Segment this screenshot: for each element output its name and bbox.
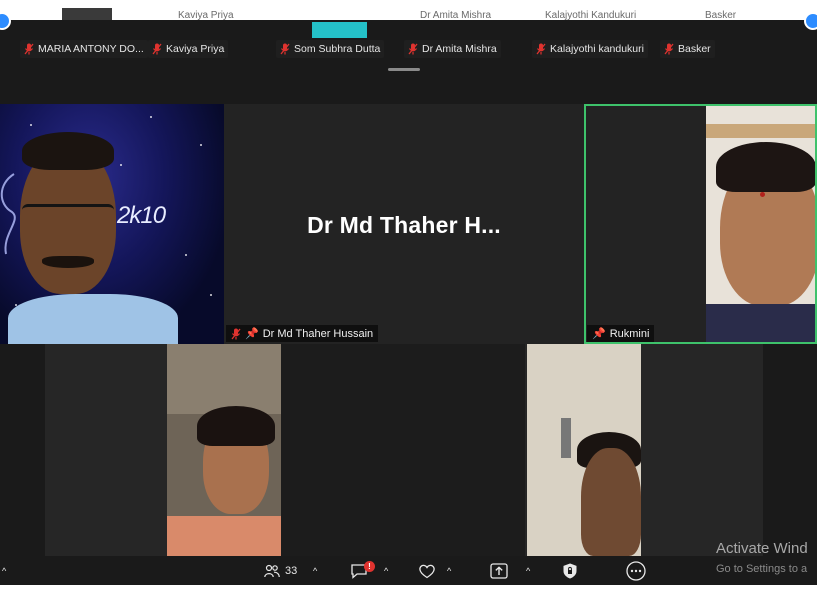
video-tile-speaker-left[interactable]: 2k10 — [0, 104, 224, 344]
pin-icon: 📌 — [592, 328, 606, 340]
video-tile-name-only[interactable]: Dr Md Thaher H... 📌 Dr Md Thaher Hussain — [224, 104, 584, 344]
meeting-window: Kaviya Priya Dr Amita Mishra Kalajyothi … — [0, 0, 817, 585]
person-shirt — [8, 294, 178, 344]
car-interior — [167, 344, 281, 414]
star — [185, 254, 187, 256]
video-tile-empty[interactable] — [281, 344, 525, 556]
participant-name-label: 📌 Dr Md Thaher Hussain — [226, 325, 379, 342]
participant-label[interactable]: Dr Amita Mishra — [404, 40, 501, 58]
participant-name: Basker — [678, 43, 711, 55]
participant-label[interactable]: Kalajyothi kandukuri — [532, 40, 648, 58]
participant-strip: Kaviya Priya Dr Amita Mishra Kalajyothi … — [0, 0, 817, 78]
star — [200, 144, 202, 146]
meeting-toolbar: ^ 33 ^ ! ^ ^ ^ — [0, 556, 817, 585]
mic-off-icon — [280, 43, 290, 55]
star — [150, 116, 152, 118]
participants-count: 33 — [285, 565, 298, 577]
mic-off-icon — [24, 43, 34, 55]
person-face — [581, 448, 641, 556]
reactions-button[interactable] — [418, 562, 436, 580]
participant-label[interactable]: Som Subhra Dutta — [276, 40, 385, 58]
more-icon — [626, 561, 646, 581]
saree — [167, 516, 281, 556]
mic-off-icon — [408, 43, 418, 55]
shield-icon — [563, 563, 577, 579]
participant-name-label: 📌 Rukmini — [587, 325, 655, 342]
chevron-up-icon[interactable]: ^ — [2, 566, 6, 576]
star — [30, 124, 32, 126]
participant-label[interactable]: Basker — [660, 40, 715, 58]
chevron-up-icon[interactable]: ^ — [447, 566, 451, 576]
person-hair — [22, 132, 114, 170]
participants-button[interactable]: 33 — [264, 562, 297, 580]
pin-icon: 📌 — [245, 328, 259, 340]
page-margin-bottom — [0, 585, 833, 591]
activate-windows-title: Activate Wind — [716, 540, 808, 557]
participant-label-row: MARIA ANTONY DO... Kaviya Priya Som Subh… — [0, 40, 817, 60]
participant-name: Dr Md Thaher Hussain — [262, 327, 374, 340]
page-margin-right — [817, 0, 833, 591]
chat-notification-badge: ! — [364, 561, 375, 572]
video-tile-active-speaker[interactable]: 📌 Rukmini — [584, 104, 817, 344]
mic-off-icon — [231, 328, 241, 340]
scroll-right-button[interactable] — [804, 12, 817, 30]
cut-name: Kaviya Priya — [178, 10, 234, 21]
glasses — [22, 204, 114, 227]
video-tile-bottom-left[interactable] — [45, 344, 281, 556]
chevron-up-icon[interactable]: ^ — [313, 566, 317, 576]
cut-off-name-row: Kaviya Priya Dr Amita Mishra Kalajyothi … — [0, 0, 817, 21]
participants-icon — [264, 564, 280, 578]
heart-icon — [419, 564, 435, 579]
chevron-up-icon[interactable]: ^ — [526, 566, 530, 576]
cut-name: Kalajyothi Kandukuri — [545, 10, 637, 21]
participant-name: Dr Amita Mishra — [422, 43, 497, 55]
mic-off-icon — [152, 43, 162, 55]
participant-video — [527, 344, 641, 556]
participant-name: Rukmini — [609, 327, 650, 340]
participant-label[interactable]: Kaviya Priya — [148, 40, 229, 58]
participant-video — [167, 344, 281, 556]
person-hair — [197, 406, 275, 446]
cut-name: Basker — [705, 10, 737, 21]
security-button[interactable] — [562, 562, 578, 580]
wall-switch — [561, 418, 571, 458]
mic-off-icon — [664, 43, 674, 55]
share-screen-icon — [490, 563, 508, 579]
background-text: 2k10 — [117, 202, 166, 229]
cut-name: Dr Amita Mishra — [420, 10, 492, 21]
video-thumbnail[interactable] — [312, 22, 367, 38]
participant-name: Kalajyothi kandukuri — [550, 43, 644, 55]
participant-display-name: Dr Md Thaher H... — [307, 212, 501, 238]
mustache — [42, 256, 94, 268]
cut-thumbnail — [62, 8, 112, 20]
participant-label[interactable]: MARIA ANTONY DO... — [20, 40, 148, 58]
activate-windows-subtitle: Go to Settings to a — [716, 563, 808, 575]
participant-name: MARIA ANTONY DO... — [38, 43, 144, 55]
mic-off-icon — [536, 43, 546, 55]
star — [210, 294, 212, 296]
star — [120, 164, 122, 166]
video-tile-bottom-right[interactable] — [525, 344, 763, 556]
strip-drag-handle[interactable] — [388, 68, 420, 71]
more-button[interactable] — [626, 561, 646, 581]
participant-name: Som Subhra Dutta — [294, 43, 381, 55]
share-screen-button[interactable] — [490, 562, 508, 580]
participant-name: Kaviya Priya — [166, 43, 225, 55]
chevron-up-icon[interactable]: ^ — [384, 566, 388, 576]
active-speaker-border — [584, 104, 817, 344]
